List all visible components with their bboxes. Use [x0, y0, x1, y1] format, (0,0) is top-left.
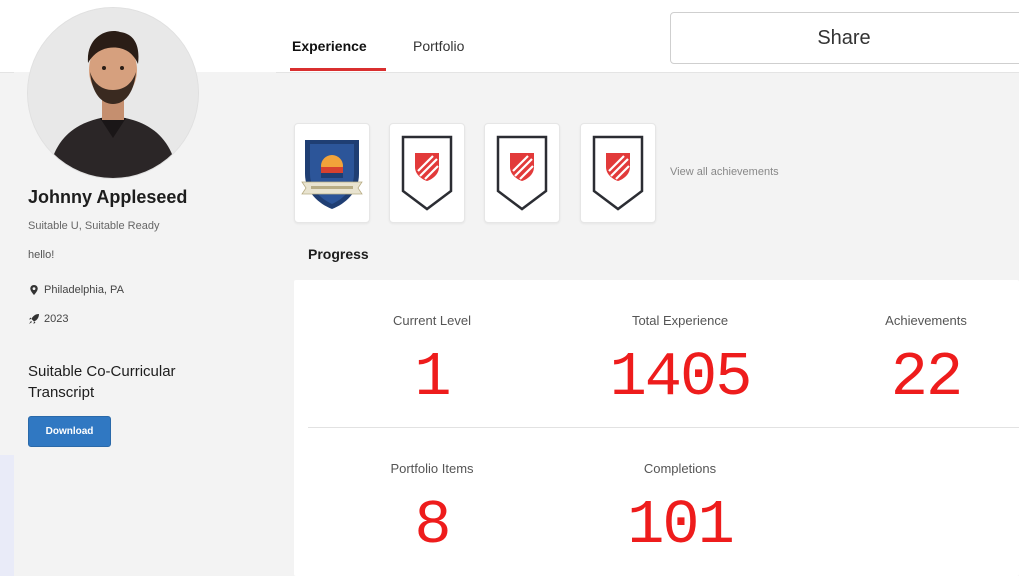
profile-name: Johnny Appleseed [28, 187, 188, 207]
year-text: 2023 [44, 313, 69, 325]
profile-year: 2023 [28, 313, 68, 325]
profile-subtitle: Suitable U, Suitable Ready [28, 220, 160, 232]
active-tab-indicator [290, 68, 386, 71]
share-button[interactable]: Share [670, 12, 1019, 64]
achievement-badge[interactable] [484, 123, 560, 223]
stats-divider [308, 427, 1019, 428]
shield-badge-icon [496, 135, 548, 211]
stat-value-total-experience: 1405 [609, 342, 753, 413]
stat-value-completions: 101 [627, 490, 735, 561]
avatar-photo [28, 8, 198, 178]
achievement-badge[interactable] [389, 123, 465, 223]
university-crest-icon [301, 140, 363, 209]
stat-value-portfolio-items: 8 [414, 490, 451, 561]
achievement-badge[interactable] [580, 123, 656, 223]
stat-label-portfolio-items: Portfolio Items [390, 461, 474, 476]
stat-label-total-experience: Total Experience [631, 313, 729, 328]
view-all-achievements-link[interactable]: View all achievements [670, 166, 779, 178]
stat-label-completions: Completions [643, 461, 717, 476]
shield-badge-icon [401, 135, 453, 211]
profile-location: Philadelphia, PA [28, 284, 124, 296]
download-button[interactable]: Download [28, 416, 111, 447]
location-pin-icon [30, 285, 38, 295]
share-button-label: Share [817, 27, 871, 49]
transcript-title: Suitable Co-Curricular Transcript [28, 363, 176, 401]
stat-value-current-level: 1 [414, 342, 451, 413]
stat-value-achievements: 22 [890, 342, 963, 413]
profile-bio: hello! [28, 249, 55, 261]
achievement-badge[interactable] [294, 123, 370, 223]
stat-label-achievements: Achievements [885, 313, 967, 328]
avatar [28, 8, 198, 178]
rocket-icon [29, 314, 39, 324]
shield-badge-icon [592, 135, 644, 211]
left-accent-strip [0, 455, 14, 576]
progress-heading: Progress [308, 246, 369, 262]
stat-label-current-level: Current Level [392, 313, 472, 328]
location-text: Philadelphia, PA [44, 284, 124, 296]
tab-experience[interactable]: Experience [292, 38, 367, 54]
tab-portfolio[interactable]: Portfolio [413, 38, 464, 54]
